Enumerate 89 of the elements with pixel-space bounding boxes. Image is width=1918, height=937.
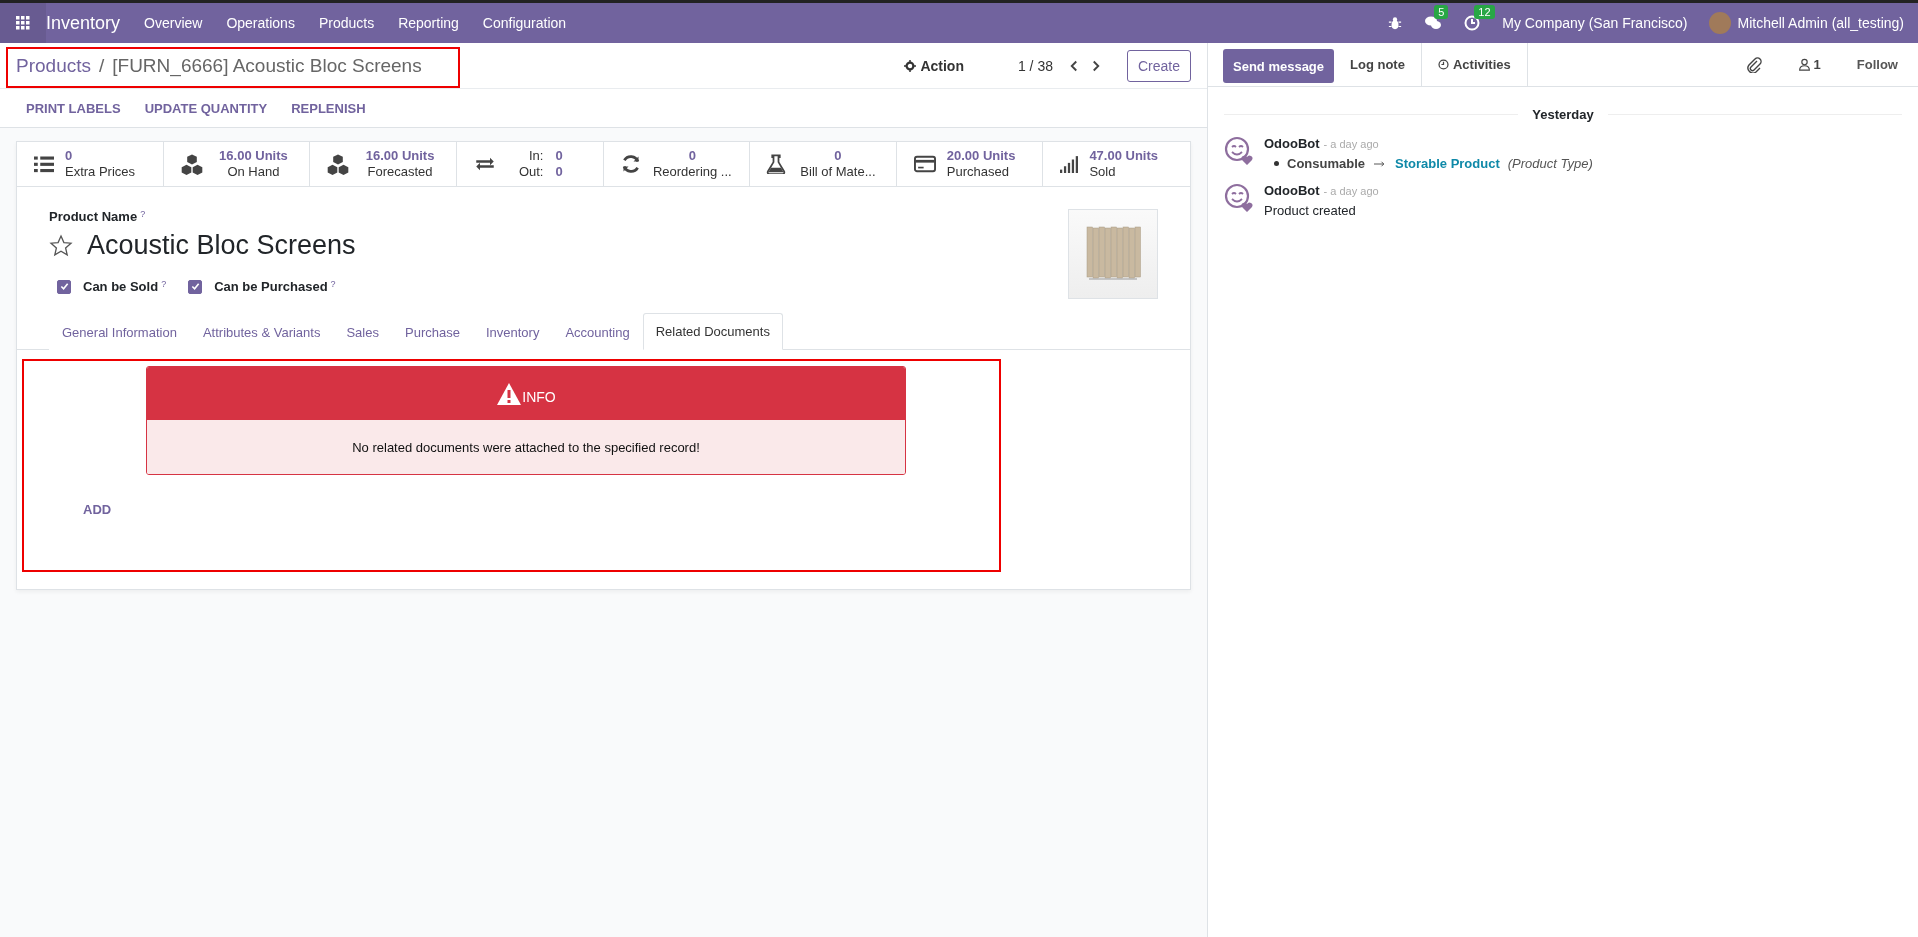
signal-bars-icon [1059,155,1080,173]
stat-label: Purchased [946,164,1009,180]
bot-avatar-icon [1224,183,1254,213]
menu-item[interactable]: Operations [214,15,307,31]
bot-avatar-icon [1224,136,1254,166]
person-icon [1797,58,1811,71]
menu-item[interactable]: Reporting [386,15,471,31]
message-body: Product created [1264,203,1357,218]
message-author: OdooBot [1264,136,1320,151]
paperclip-icon [1745,56,1762,73]
header-action-button[interactable]: PRINT LABELS [14,100,133,116]
message-author: OdooBot [1264,183,1320,198]
apps-grid-icon [16,16,30,30]
date-separator: Yesterday [1532,107,1594,122]
credit-card-icon [912,153,937,175]
stat-button[interactable]: In: 0 Out: 0 [456,142,604,186]
app-name[interactable]: Inventory [46,12,133,34]
stat-button[interactable]: 0 Extra Prices [17,142,164,186]
apps-menu-button[interactable] [0,3,46,43]
stat-label: Forecasted [367,164,433,180]
checkbox[interactable] [188,279,203,294]
favorite-star-button[interactable] [49,233,73,258]
stat-button[interactable]: 16.00 Units Forecasted [310,142,457,186]
old-value: Consumable [1287,156,1365,171]
stat-value: 47.00 Units [1089,148,1159,164]
stat-value: 16.00 Units [219,148,288,164]
stat-value: 20.00 Units [946,148,1016,164]
stat-label: Reordering ... [652,164,732,180]
message-time: - a day ago [1323,185,1379,197]
cubes-icon [179,153,204,175]
product-name: Acoustic Bloc Screens [87,230,356,261]
stat-button[interactable]: 16.00 Units On Hand [163,142,311,186]
stat-value: 0 [65,148,73,164]
form-tab[interactable]: Related Documents [642,313,783,350]
checkbox[interactable] [57,279,71,294]
stat-button[interactable]: 0 Reordering ... [603,142,751,186]
stat-label: Sold [1089,164,1116,180]
warning-icon [496,381,523,406]
pager-counter: 1 / 38 [1017,57,1053,74]
menu-item[interactable]: Products [306,15,387,31]
stat-value: 16.00 Units [365,148,435,164]
checkmark-icon [59,282,69,291]
user-menu[interactable]: Mitchell Admin (all_testing) [1737,15,1904,31]
cubes-icon [326,153,351,175]
breadcrumb-link[interactable]: Products [16,54,91,77]
header-action-button[interactable]: REPLENISH [279,100,378,116]
gear-icon [904,59,917,72]
message-count-badge: 5 [1434,5,1449,19]
breadcrumb-current: [FURN_6666] Acoustic Bloc Screens [112,54,422,77]
list-icon [33,154,55,174]
bullet-icon [1274,161,1279,166]
stat-value: 0 [555,164,563,180]
flask-icon [766,154,787,174]
create-button[interactable]: Create [1126,49,1191,82]
checkmark-icon [190,282,200,291]
stat-label: Bill of Mate... [800,164,876,180]
followers-button[interactable]: 1 [1791,56,1827,73]
company-switcher[interactable]: My Company (San Francisco) [1502,15,1688,31]
clock-icon [1437,59,1449,70]
checkbox-label: Can be Purchased $^{?}$ [214,279,336,294]
menu-item[interactable]: Overview [132,15,215,31]
message-time: - a day ago [1323,138,1379,150]
menu-item[interactable]: Configuration [470,15,579,31]
field-label: Product Name $^{?}$ [49,209,147,224]
stat-button[interactable]: 0 Bill of Mate... [750,142,897,186]
follow-button[interactable]: Follow [1850,56,1904,73]
header-action-button[interactable]: UPDATE QUANTITY [132,100,280,116]
add-button[interactable]: ADD [77,501,118,518]
activity-count-badge: 12 [1474,5,1495,19]
checkbox-label: Can be Sold $^{?}$ [83,279,167,294]
stat-label: Out: [518,164,544,180]
user-avatar [1709,12,1732,34]
stat-button[interactable]: 20.00 Units Purchased [896,142,1044,186]
stat-button[interactable]: 47.00 Units Sold [1043,142,1190,186]
send-message-button[interactable]: Send message [1223,49,1335,83]
new-value: Storable Product [1395,156,1500,171]
stat-value: 0 [834,148,842,164]
clock-icon [1464,15,1481,31]
alert-message: No related documents were attached to the specified record! [147,420,905,474]
stat-label: On Hand [227,164,280,180]
stat-value: 0 [555,148,563,164]
stat-value: 0 [688,148,696,164]
breadcrumb-separator: / [99,54,105,77]
action-button[interactable]: Action [898,56,970,75]
stat-label: Extra Prices [65,164,136,180]
bug-icon [1388,16,1403,30]
alert-title: INFO [522,388,556,405]
tracked-field: (Product Type) [1507,156,1593,171]
stat-label: In: [528,148,544,164]
